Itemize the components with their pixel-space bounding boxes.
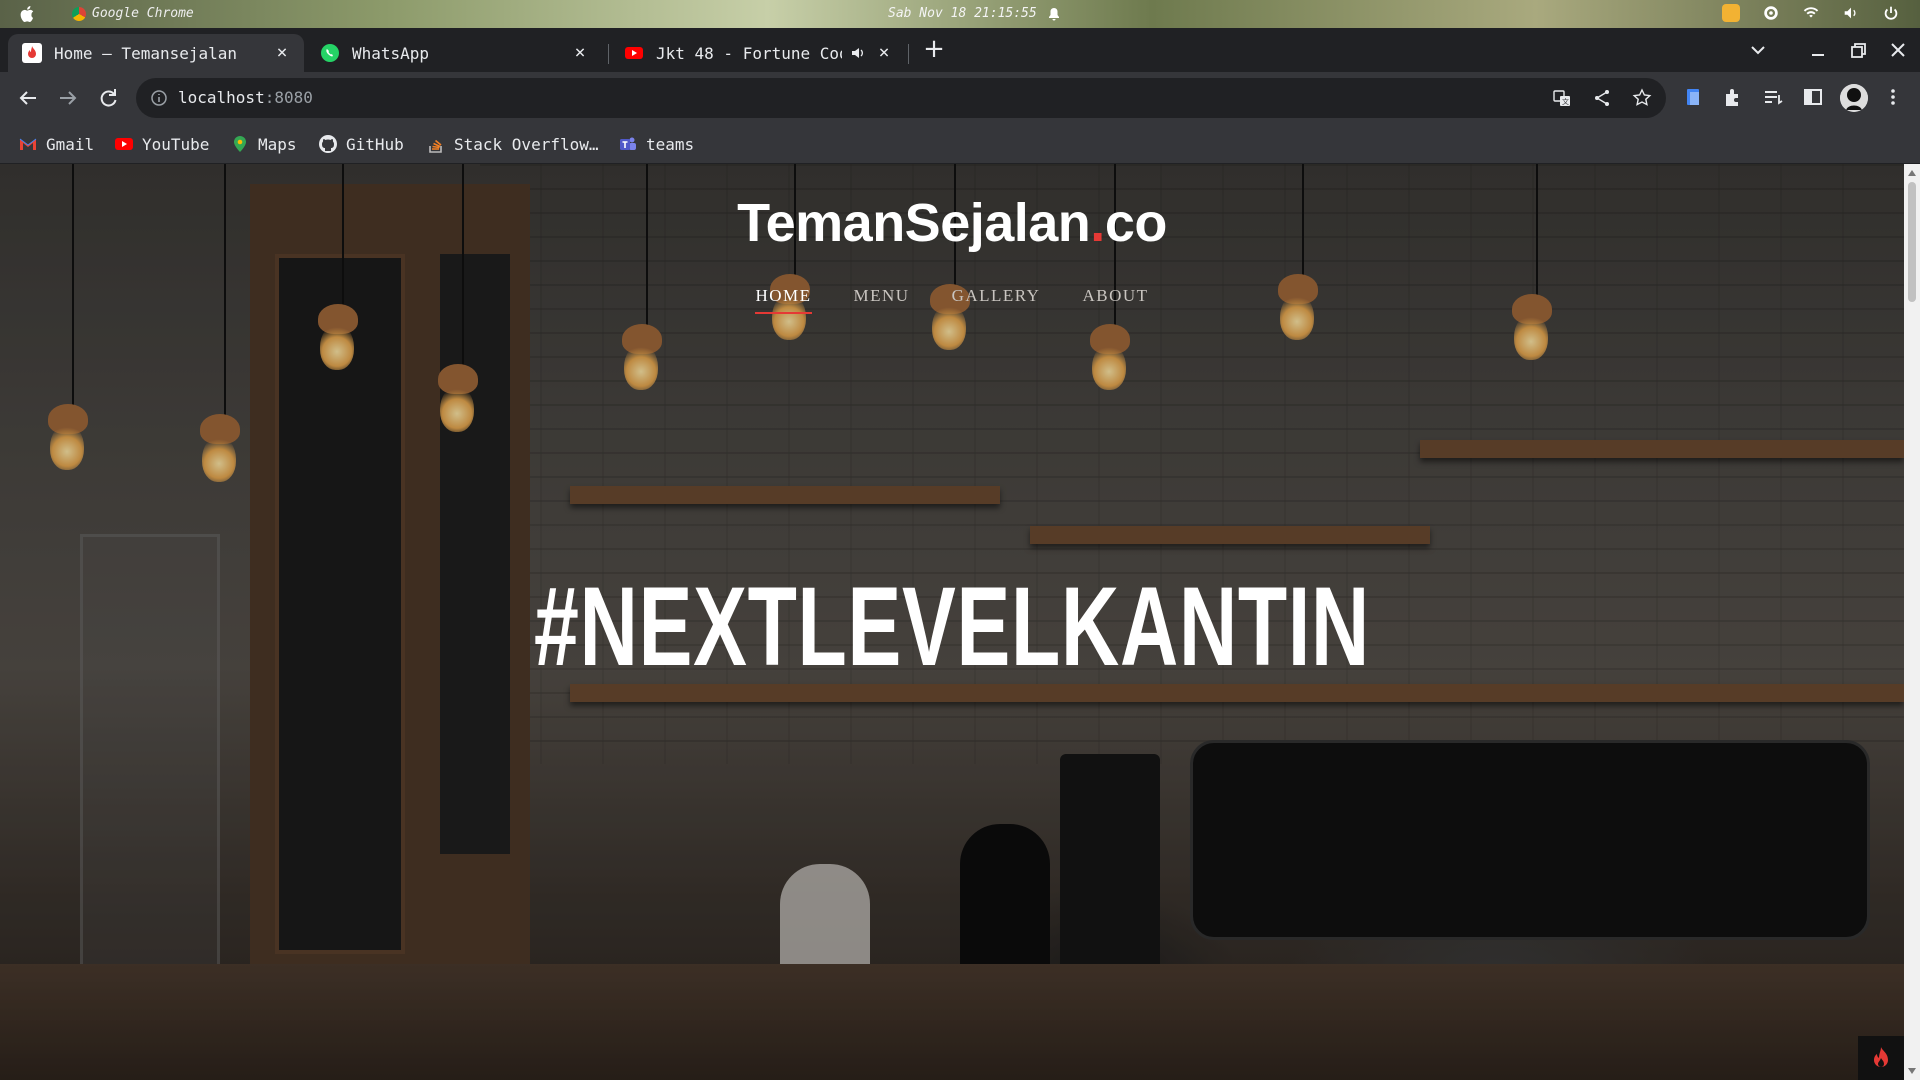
side-panel-icon[interactable]: [1802, 86, 1824, 108]
site-info-icon[interactable]: [150, 89, 168, 107]
share-icon[interactable]: [1592, 88, 1612, 108]
close-window-icon[interactable]: [1884, 36, 1912, 64]
system-clock[interactable]: Sab Nov 18 21:15:55: [888, 6, 1037, 21]
flame-icon: [1874, 1047, 1888, 1067]
minimize-window-icon[interactable]: [1804, 36, 1832, 64]
tab-strip: Home – Temansejalan × WhatsApp × Jkt 48 …: [0, 28, 1920, 72]
tab-whatsapp[interactable]: WhatsApp ×: [306, 34, 602, 72]
scrollbar-thumb[interactable]: [1908, 182, 1916, 302]
nav-menu[interactable]: MENU: [854, 286, 910, 306]
scroll-up-arrow-icon[interactable]: [1908, 170, 1916, 176]
youtube-icon: [115, 138, 133, 150]
restore-window-icon[interactable]: [1844, 36, 1872, 64]
app-name-label: Google Chrome: [92, 6, 194, 21]
logo-tld: co: [1104, 193, 1168, 253]
close-tab-icon[interactable]: ×: [874, 43, 894, 63]
scroll-down-arrow-icon[interactable]: [1908, 1068, 1916, 1074]
tab-title: Home – Temansejalan: [54, 43, 238, 63]
whatsapp-icon: [321, 44, 339, 62]
reading-list-icon[interactable]: [1762, 86, 1784, 108]
bookmark-label: Stack Overflow…: [454, 134, 599, 154]
forward-arrow-icon[interactable]: [54, 84, 82, 112]
youtube-icon: [625, 47, 643, 59]
notification-bell-icon[interactable]: [1048, 7, 1060, 21]
active-app-name[interactable]: Google Chrome: [72, 6, 194, 21]
back-arrow-icon[interactable]: [14, 84, 42, 112]
new-tab-button[interactable]: +: [920, 36, 948, 64]
close-tab-icon[interactable]: ×: [570, 43, 590, 63]
address-bar[interactable]: localhost:8080 文: [136, 78, 1666, 118]
settings-gear-icon[interactable]: [1762, 4, 1780, 22]
flame-icon: [22, 43, 42, 63]
wifi-icon[interactable]: [1802, 4, 1820, 22]
stackoverflow-icon: [429, 139, 442, 153]
logo-text: TemanSejalan: [737, 193, 1091, 253]
hero-title: #NEXTLEVELKANTIN: [534, 564, 1370, 689]
bookmark-teams[interactable]: teams: [618, 130, 694, 158]
system-menu-bar: Google Chrome Sab Nov 18 21:15:55: [0, 0, 1920, 28]
bookmark-label: teams: [646, 134, 695, 154]
bookmarks-bar: Gmail YouTube Maps GitHub Stack Overflow…: [0, 124, 1920, 164]
bookmark-label: Maps: [258, 134, 297, 154]
bookmark-star-icon[interactable]: [1632, 88, 1652, 108]
bookmark-label: YouTube: [142, 134, 210, 154]
nav-gallery[interactable]: GALLERY: [952, 286, 1041, 306]
audio-playing-icon[interactable]: [850, 45, 866, 61]
system-tray: [1722, 4, 1900, 22]
bookmark-label: Gmail: [46, 134, 95, 154]
url-port: :8080: [264, 88, 313, 107]
bookmark-gmail[interactable]: Gmail: [18, 130, 94, 158]
extension-doc-icon[interactable]: [1682, 86, 1704, 108]
bookmark-label: GitHub: [346, 134, 404, 154]
github-icon: [319, 135, 337, 153]
bookmark-github[interactable]: GitHub: [318, 130, 404, 158]
nav-home[interactable]: HOME: [755, 286, 812, 314]
bookmark-youtube[interactable]: YouTube: [114, 130, 209, 158]
chrome-icon: [72, 6, 86, 21]
teams-icon: [620, 137, 636, 150]
tab-separator: [908, 44, 909, 64]
profile-avatar[interactable]: [1840, 84, 1868, 112]
tab-search-chevron-icon[interactable]: [1744, 36, 1772, 64]
close-tab-icon[interactable]: ×: [272, 43, 292, 63]
tab-home-temansejalan[interactable]: Home – Temansejalan ×: [8, 34, 304, 72]
more-menu-icon[interactable]: [1882, 86, 1904, 108]
volume-icon[interactable]: [1842, 4, 1860, 22]
page-viewport: TemanSejalan.co HOME MENU GALLERY ABOUT …: [0, 164, 1904, 1080]
main-navigation: HOME MENU GALLERY ABOUT: [0, 286, 1904, 314]
profile-avatar-icon: [1840, 84, 1868, 112]
tab-title: Jkt 48 - Fortune Coo: [656, 43, 842, 63]
browser-toolbar: localhost:8080 文: [0, 72, 1920, 124]
svg-text:文: 文: [1562, 97, 1569, 106]
site-logo[interactable]: TemanSejalan.co: [0, 192, 1904, 254]
apple-icon[interactable]: [20, 5, 36, 23]
floating-flame-button[interactable]: [1858, 1036, 1904, 1080]
tab-title: WhatsApp: [352, 43, 430, 63]
translate-icon[interactable]: 文: [1552, 88, 1572, 108]
url-text[interactable]: localhost:8080: [178, 88, 313, 107]
tab-jkt48-fortune-cookie[interactable]: Jkt 48 - Fortune Coo ×: [610, 34, 906, 72]
page-scrollbar[interactable]: [1904, 164, 1920, 1080]
power-icon[interactable]: [1882, 4, 1900, 22]
bookmark-stack-overflow[interactable]: Stack Overflow…: [426, 130, 599, 158]
bookmark-maps[interactable]: Maps: [230, 130, 297, 158]
tab-separator: [608, 44, 609, 64]
maps-icon: [234, 136, 246, 152]
reload-icon[interactable]: [94, 84, 122, 112]
logo-dot: .: [1090, 193, 1105, 253]
gmail-icon: [19, 138, 37, 150]
nav-about[interactable]: ABOUT: [1082, 286, 1148, 306]
url-host: localhost: [178, 88, 265, 107]
app-indicator-icon[interactable]: [1722, 4, 1740, 22]
extensions-puzzle-icon[interactable]: [1722, 86, 1744, 108]
